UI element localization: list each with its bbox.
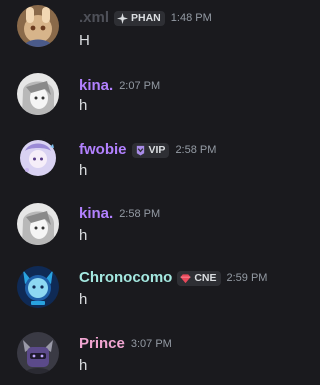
- message-header: .xml PHAN 1:48 PM: [79, 9, 212, 27]
- server-tag[interactable]: VIP: [131, 142, 170, 158]
- message-text: h: [79, 227, 88, 244]
- avatar[interactable]: [17, 203, 59, 245]
- avatar[interactable]: [17, 73, 59, 115]
- message-text: h: [79, 357, 88, 374]
- username[interactable]: fwobie: [79, 141, 127, 159]
- avatar[interactable]: [17, 332, 59, 374]
- chat-message: kina. 2:07 PM h: [0, 66, 311, 126]
- timestamp: 2:59 PM: [226, 272, 268, 284]
- message-header: Chronocomo CNE 2:59 PM: [79, 269, 267, 287]
- timestamp: 2:07 PM: [119, 80, 161, 92]
- chat-message: fwobie VIP 2:58 PM h: [0, 132, 311, 192]
- message-text: h: [79, 291, 88, 308]
- server-tag[interactable]: CNE: [177, 270, 221, 286]
- vip-badge-icon: [135, 145, 146, 156]
- message-text: h: [79, 162, 88, 179]
- server-tag[interactable]: PHAN: [114, 10, 165, 26]
- server-tag-label: PHAN: [131, 11, 161, 24]
- server-tag-label: CNE: [194, 271, 217, 284]
- message-text: H: [79, 32, 90, 49]
- username[interactable]: Prince: [79, 335, 125, 353]
- timestamp: 2:58 PM: [175, 144, 217, 156]
- timestamp: 2:58 PM: [119, 208, 161, 220]
- username[interactable]: kina.: [79, 77, 113, 95]
- chat-message: .xml PHAN 1:48 PM H: [0, 0, 311, 60]
- avatar[interactable]: [17, 137, 59, 179]
- timestamp: 1:48 PM: [170, 12, 212, 24]
- chat-message: Chronocomo CNE 2:59 PM h: [0, 263, 311, 323]
- avatar[interactable]: [17, 5, 59, 47]
- message-header: kina. 2:58 PM: [79, 205, 160, 223]
- server-tag-label: VIP: [148, 143, 166, 156]
- message-header: kina. 2:07 PM: [79, 77, 160, 95]
- username[interactable]: kina.: [79, 205, 113, 223]
- chat-message: kina. 2:58 PM h: [0, 198, 311, 258]
- message-header: Prince 3:07 PM: [79, 335, 172, 353]
- chat-message: Prince 3:07 PM h: [0, 326, 311, 385]
- message-header: fwobie VIP 2:58 PM: [79, 141, 216, 159]
- timestamp: 3:07 PM: [130, 338, 172, 350]
- avatar[interactable]: [17, 266, 59, 308]
- username[interactable]: .xml: [79, 9, 109, 27]
- gem-icon: [180, 273, 191, 284]
- username[interactable]: Chronocomo: [79, 269, 172, 287]
- sparkle-icon: [117, 12, 129, 24]
- message-text: h: [79, 97, 88, 114]
- chat-message-list: .xml PHAN 1:48 PM H kina. 2:07 PM h fwob…: [0, 0, 311, 385]
